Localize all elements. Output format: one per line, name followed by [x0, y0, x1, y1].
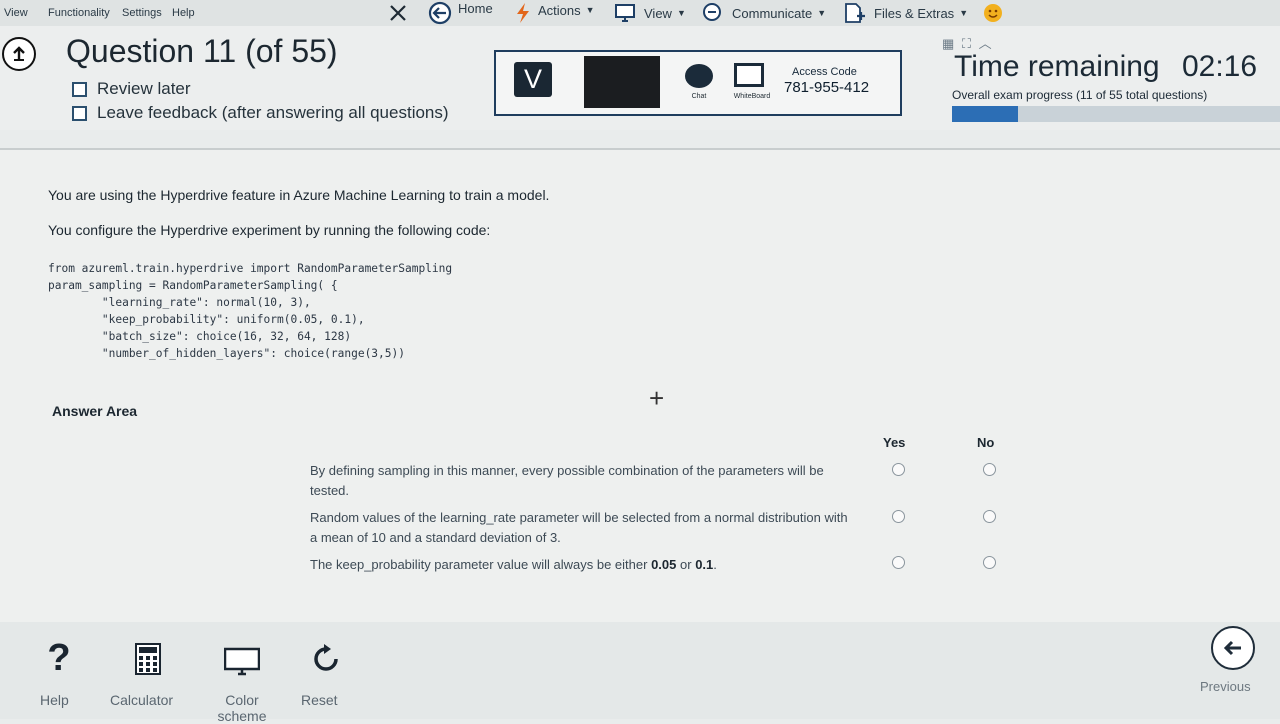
smiley-icon	[984, 4, 1002, 22]
arrow-up-icon	[13, 46, 25, 61]
statement-1-no-radio[interactable]	[983, 463, 996, 476]
proctor-logo: V	[514, 62, 552, 97]
reset-label[interactable]: Reset	[301, 692, 338, 708]
leave-feedback-label: Leave feedback (after answering all ques…	[97, 103, 449, 122]
answer-area-title: Answer Area	[52, 403, 138, 419]
calculator-label[interactable]: Calculator	[110, 692, 173, 708]
page-title: Question 11 (of 55)	[66, 33, 338, 69]
statement-3-value-2: 0.1	[695, 557, 714, 572]
chevron-down-icon: ▼	[676, 8, 686, 18]
chevron-down-icon: ▼	[959, 8, 969, 18]
reset-icon	[314, 644, 338, 671]
chat-label: Chat	[691, 93, 707, 100]
whiteboard-icon[interactable]	[734, 63, 764, 87]
calculator-button[interactable]	[135, 643, 161, 678]
chevron-down-icon: ▼	[585, 5, 595, 15]
exam-progress-bar	[952, 106, 1280, 122]
toolbar-view-label: View	[644, 5, 672, 21]
home-icon	[428, 1, 452, 25]
statement-2-no-radio[interactable]	[983, 510, 996, 523]
help-button[interactable]: ?	[44, 638, 74, 678]
toolbar-view[interactable]: View ▼	[614, 0, 686, 26]
color-scheme-label[interactable]: Color scheme	[212, 692, 272, 724]
statement-1: By defining sampling in this manner, eve…	[310, 463, 824, 498]
toolbar-actions-label: Actions	[538, 2, 581, 18]
webcam-preview	[584, 56, 660, 108]
statement-1-yes-radio[interactable]	[892, 463, 905, 476]
lightning-icon	[517, 3, 529, 23]
time-remaining-label: Time remaining	[954, 50, 1160, 83]
toolbar-home[interactable]: Home	[428, 0, 493, 26]
close-icon	[390, 5, 406, 21]
toolbar-files[interactable]: Files & Extras ▼	[842, 0, 968, 26]
review-later-checkbox[interactable]: Review later	[72, 79, 191, 99]
toolbar-files-label: Files & Extras	[874, 5, 955, 21]
menu-bar: View Functionality Settings Help Home Ac…	[0, 0, 1280, 27]
toolbar-home-label: Home	[458, 0, 493, 16]
close-button[interactable]	[388, 0, 414, 26]
menu-settings[interactable]: Settings	[122, 7, 162, 19]
calculator-icon	[135, 643, 161, 675]
yes-column-header: Yes	[883, 435, 906, 450]
statement-3-suffix: .	[713, 557, 717, 572]
monitor-icon	[223, 647, 261, 676]
statement-3-yes-radio[interactable]	[892, 556, 905, 569]
toolbar-communicate[interactable]: Communicate ▼	[702, 0, 826, 26]
statement-2-yes-radio[interactable]	[892, 510, 905, 523]
statement-3-prefix: The keep_probability parameter value wil…	[310, 557, 652, 572]
question-paragraph-1: You are using the Hyperdrive feature in …	[48, 187, 550, 203]
menu-functionality[interactable]: Functionality	[48, 7, 110, 19]
access-code-value: 781-955-412	[784, 79, 870, 96]
question-content: You are using the Hyperdrive feature in …	[0, 150, 1280, 622]
statement-3-no-radio[interactable]	[983, 556, 996, 569]
toolbar-communicate-label: Communicate	[732, 5, 813, 21]
statement-3: The keep_probability parameter value wil…	[310, 555, 850, 575]
whiteboard-label: WhiteBoard	[733, 93, 771, 100]
previous-label[interactable]: Previous	[1200, 679, 1251, 694]
previous-button[interactable]	[1211, 626, 1255, 670]
remote-session-panel: V Chat WhiteBoard Access Code 781-955-41…	[494, 50, 902, 116]
exam-progress-text: Overall exam progress (11 of 55 total qu…	[952, 88, 1208, 102]
code-block: from azureml.train.hyperdrive import Ran…	[48, 262, 453, 360]
no-column-header: No	[977, 435, 995, 450]
time-remaining: Time remaining 02:16	[954, 50, 1257, 84]
file-icon	[845, 3, 865, 23]
question-paragraph-2: You configure the Hyperdrive experiment …	[48, 222, 491, 238]
question-mark-icon: ?	[47, 637, 71, 679]
checkbox-box[interactable]	[72, 81, 87, 97]
menu-help[interactable]: Help	[172, 7, 195, 19]
leave-feedback-checkbox[interactable]: Leave feedback (after answering all ques…	[72, 103, 449, 123]
bottom-toolbar	[0, 622, 1280, 719]
review-later-label: Review later	[97, 79, 191, 98]
time-remaining-value: 02:16	[1181, 50, 1258, 83]
chat-icon[interactable]	[685, 64, 713, 88]
color-scheme-button[interactable]	[223, 647, 261, 680]
back-button[interactable]	[2, 37, 36, 71]
toolbar-actions[interactable]: Actions ▼	[514, 0, 595, 26]
crosshair-cursor-icon: +	[649, 383, 665, 413]
monitor-icon	[615, 4, 635, 22]
exam-progress-fill	[952, 106, 1018, 122]
menu-view[interactable]: View	[4, 7, 28, 19]
help-label[interactable]: Help	[40, 692, 69, 708]
statement-3-value-1: 0.05	[651, 557, 677, 572]
statement-2: Random values of the learning_rate param…	[310, 510, 848, 545]
statement-3-mid: or	[676, 557, 696, 572]
arrow-left-icon	[1223, 640, 1241, 656]
chat-bubbles-icon	[703, 3, 721, 21]
checkbox-box[interactable]	[72, 105, 87, 121]
smiley-button[interactable]	[982, 0, 1010, 26]
chevron-down-icon: ▼	[817, 8, 827, 18]
reset-button[interactable]	[309, 642, 343, 679]
access-code-label: Access Code	[792, 66, 857, 78]
